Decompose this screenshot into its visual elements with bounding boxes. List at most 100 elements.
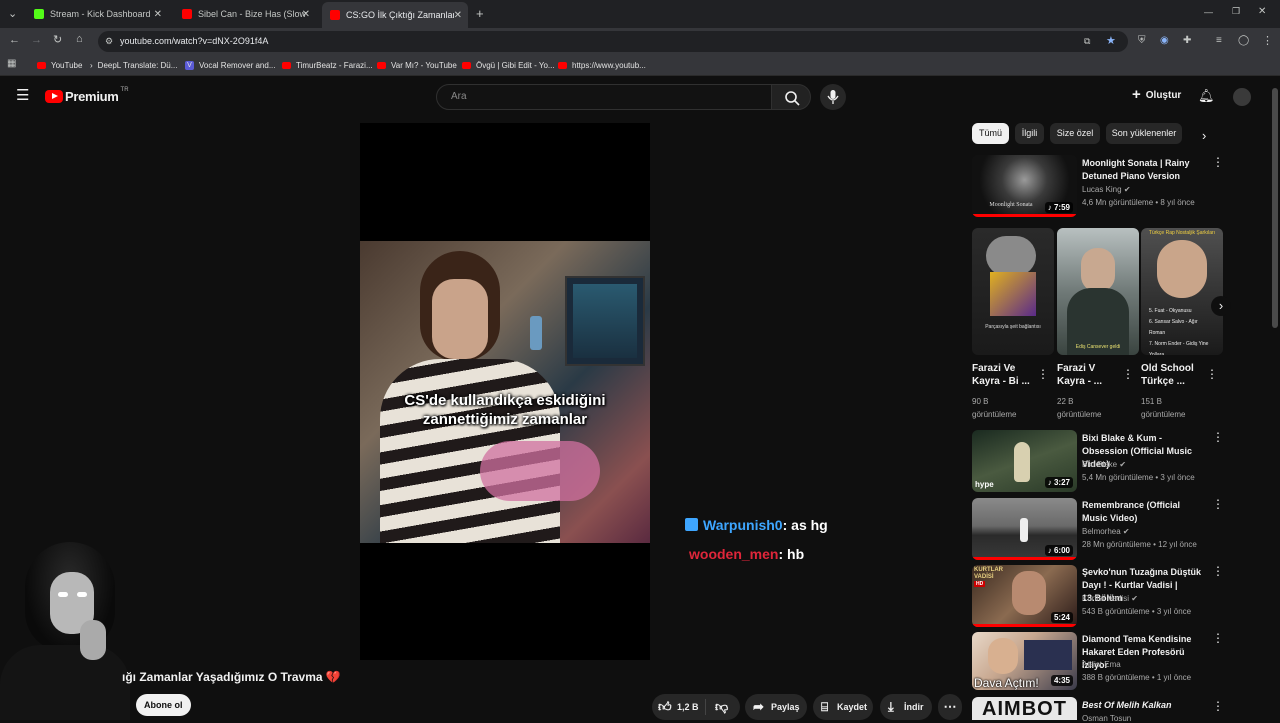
tab-close-icon[interactable]: ✕ — [154, 9, 162, 20]
more-actions-button[interactable]: ⋯ — [938, 694, 962, 720]
video-thumbnail[interactable]: Moonlight Sonata ♪ 7:59 — [972, 155, 1077, 217]
apps-grid-icon[interactable]: ▦ — [7, 58, 16, 69]
extension-shield-icon[interactable]: ⛨ — [1138, 35, 1146, 46]
channel-name[interactable]: Ateist Ema — [1082, 660, 1121, 669]
save-button[interactable]: ⌸ Kaydet — [813, 694, 873, 720]
short-views: 90 B görüntüleme — [972, 397, 1017, 419]
chip-related[interactable]: İlgili — [1015, 123, 1044, 144]
create-button[interactable]: + Oluştur — [1132, 87, 1181, 102]
video-thumbnail[interactable]: KURTLAR VADİSİ HD 5:24 — [972, 565, 1077, 627]
bookmark-item[interactable]: V Vocal Remover and... — [185, 59, 275, 71]
bookmark-item[interactable]: https://www.youtub... — [558, 59, 646, 71]
avatar[interactable] — [1233, 88, 1251, 106]
channel-name[interactable]: Belmorhea ✔ — [1082, 527, 1130, 536]
video-thumbnail[interactable]: ♪ 6:00 — [972, 498, 1077, 560]
reload-icon[interactable]: ↻ — [53, 33, 62, 46]
bookmark-item[interactable]: Övgü | Gibi Edit - Yo... — [462, 59, 555, 71]
home-icon[interactable]: ⌂ — [76, 33, 83, 45]
chat-badge-icon — [685, 518, 698, 531]
chip-recent[interactable]: Son yüklenenler — [1106, 123, 1182, 144]
thumbnail-text: hype — [975, 480, 994, 489]
thumbs-down-icon: 👎︎ — [715, 699, 729, 714]
divider — [705, 699, 706, 715]
video-thumbnail[interactable]: Dava Açtım! 4:35 — [972, 632, 1077, 690]
search-button[interactable] — [771, 84, 811, 110]
video-title[interactable]: Remembrance (Official Music Video) — [1082, 499, 1202, 525]
video-player[interactable]: CS'de kullandıkça eskidiğini zannettiğim… — [360, 123, 650, 660]
install-app-icon[interactable]: ⧉ — [1084, 31, 1090, 52]
short-title[interactable]: Old School Türkçe ... — [1141, 362, 1201, 388]
bookmark-item[interactable]: Var Mı? - YouTube — [377, 59, 457, 71]
youtube-logo[interactable]: Premium TR — [45, 87, 129, 104]
channel-name[interactable]: Kurtlar Vadisi ✔ — [1082, 594, 1138, 603]
minimize-icon[interactable]: — — [1204, 7, 1213, 17]
chip-for-you[interactable]: Size özel — [1050, 123, 1100, 144]
forward-icon[interactable]: → — [31, 34, 42, 46]
save-label: Kaydet — [837, 702, 868, 712]
chips-next-icon[interactable]: › — [1202, 128, 1206, 143]
extensions-icon[interactable]: ✚ — [1183, 35, 1191, 46]
more-options-icon[interactable]: ⋮ — [1212, 498, 1224, 510]
video-title[interactable]: Moonlight Sonata | Rainy Detuned Piano V… — [1082, 157, 1202, 183]
notifications-bell-icon[interactable]: 🔔︎ — [1198, 88, 1215, 104]
voice-search-button[interactable] — [820, 84, 846, 110]
dislike-button[interactable]: 👎︎ — [715, 694, 728, 720]
video-title[interactable]: Best Of Melih Kalkan — [1082, 699, 1202, 712]
page-scrollbar[interactable] — [1272, 88, 1278, 328]
browser-menu-icon[interactable]: ⋮ — [1262, 34, 1273, 47]
channel-name[interactable]: Bixi Blake ✔ — [1082, 460, 1126, 469]
short-title[interactable]: Farazi V Kayra - ... — [1057, 362, 1117, 388]
browser-tab[interactable]: Sibel Can - Bize Has (Slowed + ✕ — [174, 4, 316, 24]
bookmark-item[interactable]: TimurBeatz - Farazi... — [282, 59, 373, 71]
download-button[interactable]: ⤓ İndir — [880, 694, 932, 720]
shorts-next-button[interactable]: › — [1211, 296, 1231, 316]
tab-title: Sibel Can - Bize Has (Slowed + — [198, 9, 306, 19]
like-button[interactable]: 👍︎ — [658, 694, 672, 720]
back-icon[interactable]: ← — [9, 34, 20, 46]
video-thumbnail[interactable]: hype ♪ 3:27 — [972, 430, 1077, 492]
verified-icon: ✔ — [1119, 460, 1127, 469]
share-button[interactable]: ➦ Paylaş — [745, 694, 807, 720]
tab-close-icon[interactable]: ✕ — [302, 9, 310, 20]
bookmark-label: Var Mı? - YouTube — [391, 60, 457, 70]
bookmark-item[interactable]: YouTube — [37, 59, 82, 71]
short-thumbnail[interactable]: Türkçe Rap Nostaljik Şarkıları 5. Fuat -… — [1141, 228, 1223, 355]
guide-menu-icon[interactable]: ☰ — [16, 88, 29, 103]
bookmark-item[interactable]: › DeepL Translate: Dü... — [90, 59, 177, 71]
extension-audio-icon[interactable]: ◉ — [1160, 35, 1169, 46]
kick-favicon-icon — [34, 9, 44, 19]
more-options-icon[interactable]: ⋮ — [1212, 700, 1224, 712]
verified-icon: ✔ — [1122, 527, 1130, 536]
maximize-icon[interactable]: ❐ — [1232, 6, 1240, 17]
water-bottle-shape — [530, 316, 542, 350]
more-options-icon[interactable]: ⋮ — [1212, 431, 1224, 443]
new-tab-button[interactable]: + — [476, 6, 484, 21]
video-meta: 28 Mn görüntüleme • 12 yıl önce — [1082, 540, 1197, 549]
more-options-icon[interactable]: ⋮ — [1122, 368, 1134, 380]
more-options-icon[interactable]: ⋮ — [1037, 368, 1049, 380]
more-options-icon[interactable]: ⋮ — [1212, 565, 1224, 577]
subscribe-button[interactable]: Abone ol — [136, 694, 191, 716]
browser-tab-active[interactable]: CS:GO İlk Çıktığı Zamanlar Yaşa ✕ — [322, 2, 468, 28]
video-thumbnail[interactable]: AIMBOT — [972, 697, 1077, 720]
short-thumbnail[interactable]: Ediş Cansever geldi — [1057, 228, 1139, 355]
bookmark-star-icon[interactable]: ★ — [1106, 31, 1116, 52]
more-options-icon[interactable]: ⋮ — [1206, 368, 1218, 380]
url-text: youtube.com/watch?v=dNX-2O91f4A — [120, 36, 269, 46]
browser-tab[interactable]: Stream - Kick Dashboard ✕ — [26, 4, 168, 24]
more-options-icon[interactable]: ⋮ — [1212, 632, 1224, 644]
short-thumbnail[interactable]: Parçasıyla şeit bağlantısı — [972, 228, 1054, 355]
site-info-icon[interactable]: ⚙ — [105, 31, 113, 52]
search-input[interactable]: Ara — [436, 84, 772, 110]
tab-close-icon[interactable]: ✕ — [454, 10, 462, 21]
media-controls-icon[interactable]: ≡ — [1216, 35, 1222, 46]
channel-name[interactable]: Lucas King ✔ — [1082, 185, 1131, 194]
tab-search-icon[interactable]: ⌄ — [8, 7, 17, 20]
window-close-icon[interactable]: ✕ — [1258, 6, 1266, 17]
channel-name[interactable]: Osman Tosun — [1082, 714, 1131, 723]
short-title[interactable]: Farazi Ve Kayra - Bi ... — [972, 362, 1032, 388]
more-options-icon[interactable]: ⋮ — [1212, 156, 1224, 168]
address-bar[interactable]: ⚙ youtube.com/watch?v=dNX-2O91f4A ⧉ ★ — [98, 31, 1128, 52]
chip-all[interactable]: Tümü — [972, 123, 1009, 144]
profile-icon[interactable]: ◯ — [1238, 35, 1249, 46]
